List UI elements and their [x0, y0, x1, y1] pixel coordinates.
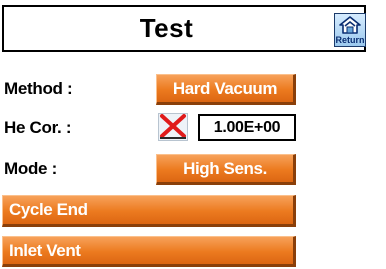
he-cor-value-field[interactable]: 1.00E+00 — [198, 114, 296, 141]
method-button[interactable]: Hard Vacuum — [156, 74, 296, 105]
method-label: Method : — [4, 79, 73, 98]
he-cor-toggle[interactable] — [158, 113, 188, 141]
mode-label: Mode : — [4, 159, 57, 178]
home-icon — [339, 16, 361, 34]
page-title: Test — [139, 13, 194, 43]
title-bar: Test Return — [2, 5, 366, 52]
return-label: Return — [335, 35, 365, 45]
inlet-vent-button[interactable]: Inlet Vent — [2, 236, 296, 267]
test-screen: Test Return Method : Hard Vacuum He Cor.… — [0, 0, 386, 269]
return-button[interactable]: Return — [334, 13, 366, 47]
cycle-end-button[interactable]: Cycle End — [2, 195, 296, 227]
red-x-icon — [158, 113, 188, 141]
mode-button[interactable]: High Sens. — [156, 154, 296, 185]
he-cor-label: He Cor. : — [4, 118, 72, 137]
